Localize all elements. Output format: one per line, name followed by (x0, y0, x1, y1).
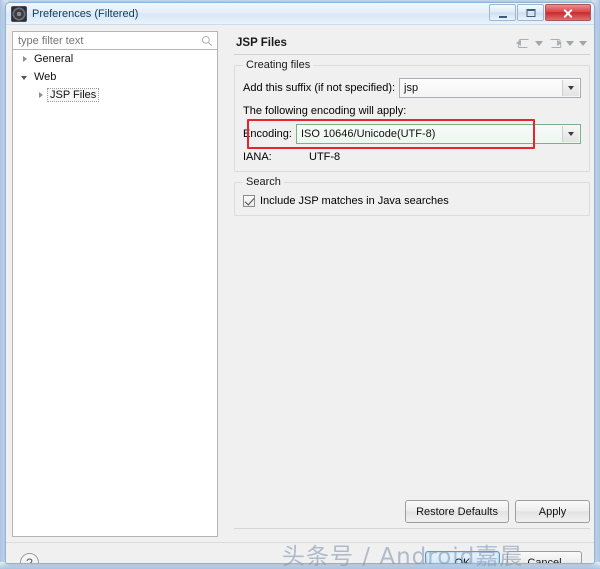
tree-item-label: General (34, 53, 74, 65)
window-controls (489, 4, 591, 21)
filter-clear-icon[interactable] (201, 35, 213, 47)
page-header-toolbar (516, 35, 588, 50)
iana-row: IANA: UTF-8 (243, 151, 581, 163)
page-separator (234, 528, 590, 529)
suffix-row: Add this suffix (if not specified): jsp (243, 78, 581, 98)
minimize-button[interactable] (489, 4, 516, 21)
tree-item-general[interactable]: General (13, 50, 217, 68)
page-action-buttons: Restore Defaults Apply (405, 500, 590, 523)
search-group: Search Include JSP matches in Java searc… (234, 176, 590, 216)
encoding-field-wrap: ISO 10646/Unicode(UTF-8) (246, 119, 581, 149)
encoding-note: The following encoding will apply: (243, 105, 407, 117)
include-jsp-matches-checkbox[interactable] (243, 195, 255, 207)
suffix-label: Add this suffix (if not specified): (243, 82, 396, 94)
creating-files-group-title: Creating files (243, 59, 314, 71)
search-group-title: Search (243, 176, 284, 188)
cancel-button[interactable]: Cancel (507, 551, 582, 563)
dialog-body: General Web JSP Files JSP Files (6, 25, 594, 542)
maximize-icon (526, 8, 535, 17)
encoding-label: Encoding: (243, 128, 292, 140)
back-dropdown-icon[interactable] (534, 35, 544, 50)
tree-item-web[interactable]: Web (13, 68, 217, 86)
screen: Preferences (Filtered) type filter text … (0, 0, 600, 569)
chevron-down-icon[interactable] (19, 71, 32, 84)
encoding-value: ISO 10646/Unicode(UTF-8) (300, 128, 436, 140)
page-title: JSP Files (236, 36, 287, 49)
dialog-buttons: OK Cancel (425, 551, 582, 563)
maximize-button[interactable] (517, 4, 544, 21)
help-icon[interactable]: ? (20, 553, 39, 563)
creating-files-group: Creating files Add this suffix (if not s… (234, 59, 590, 172)
preferences-dialog: Preferences (Filtered) type filter text … (5, 2, 595, 564)
encoding-combo[interactable]: ISO 10646/Unicode(UTF-8) (295, 124, 581, 144)
search-input[interactable] (13, 33, 191, 48)
preferences-tree[interactable]: General Web JSP Files (12, 50, 218, 537)
preferences-navigation-pane: General Web JSP Files (12, 31, 224, 537)
suffix-value: jsp (404, 82, 419, 94)
chevron-down-icon[interactable] (562, 126, 579, 142)
back-arrow-icon[interactable] (516, 35, 531, 50)
dialog-footer: ? OK Cancel (6, 542, 594, 563)
forward-dropdown-icon[interactable] (565, 35, 575, 50)
close-button[interactable] (545, 4, 591, 21)
chevron-right-icon[interactable] (19, 53, 32, 66)
preferences-page-pane: JSP Files Creating files Add this suffix… (234, 31, 590, 537)
include-jsp-matches-label: Include JSP matches in Java searches (260, 195, 449, 207)
tree-item-label: JSP Files (46, 88, 100, 102)
view-menu-icon[interactable] (578, 35, 588, 50)
ok-button[interactable]: OK (425, 551, 500, 563)
iana-label: IANA: (243, 151, 272, 163)
include-jsp-matches-row[interactable]: Include JSP matches in Java searches (243, 195, 581, 207)
filter-box[interactable] (12, 31, 218, 50)
apply-button[interactable]: Apply (515, 500, 590, 523)
chevron-right-icon[interactable] (35, 89, 48, 102)
preferences-icon (11, 5, 27, 22)
dialog-titlebar[interactable]: Preferences (Filtered) (6, 3, 594, 25)
close-icon (563, 7, 574, 18)
restore-defaults-button[interactable]: Restore Defaults (405, 500, 509, 523)
forward-arrow-icon[interactable] (547, 35, 562, 50)
tree-item-jsp-files[interactable]: JSP Files (13, 86, 217, 104)
page-header: JSP Files (234, 31, 590, 55)
encoding-row: Encoding: ISO 10646/Unicode(UTF-8) (243, 119, 581, 149)
iana-value: UTF-8 (309, 151, 341, 163)
suffix-combo[interactable]: jsp (399, 78, 581, 98)
chevron-down-icon[interactable] (562, 80, 579, 96)
dialog-title: Preferences (Filtered) (32, 7, 139, 20)
minimize-icon (498, 15, 507, 18)
tree-item-label: Web (34, 71, 57, 83)
